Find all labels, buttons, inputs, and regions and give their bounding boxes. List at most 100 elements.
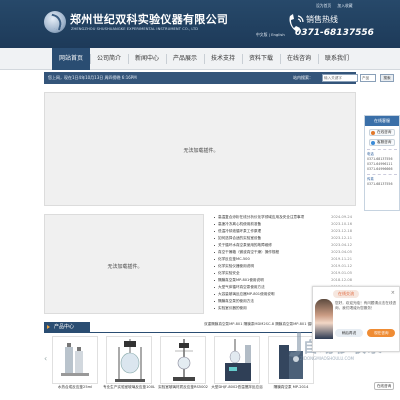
triangle-icon	[47, 325, 50, 329]
customer-consult-button[interactable]: 客服咨询	[369, 139, 395, 146]
news-item[interactable]: 隔膜真空泵MP-801使用说明 2018-12-08	[212, 277, 356, 284]
popup-message: 您好，欢迎光临！有问题请点击在线咨询，我们竭诚为您服务！	[335, 301, 397, 310]
news-date: 2019-01-05	[331, 271, 352, 275]
popup-badge: 在线交流	[333, 290, 359, 298]
product-caption[interactable]: 大型DHJF-8002低温搅拌反应浴	[209, 385, 265, 390]
phone-number: 0371-64996111	[367, 162, 393, 166]
bullet-icon	[214, 217, 215, 218]
product-caption[interactable]: 隔膜真空泵 MP-2014	[263, 385, 319, 390]
news-date: 2018-12-08	[331, 278, 352, 282]
page: 郑州世纪双科实验仪器有限公司 ZHENGZHOU SHUSHUANGKE EXP…	[0, 0, 400, 400]
chat-invite-popup: 在线交流 × 您好，欢迎光临！有问题请点击在线咨询，我们竭诚为您服务！ 稍后再说…	[312, 286, 400, 352]
fax-section-label: 传真	[367, 174, 397, 181]
company-logo[interactable]	[44, 11, 66, 33]
nav-about[interactable]: 公司简介	[90, 48, 128, 70]
news-item[interactable]: 低温冷却液循环泵工作原理 2023-12-18	[212, 228, 356, 235]
phone-section-label: 电话	[367, 149, 397, 156]
product-caption[interactable]: 水热合成反应釜25ml	[47, 385, 103, 390]
watermark-subtext: ZIDONGMIAOSHOULU.COM	[300, 356, 354, 361]
news-date: 2019-11-21	[331, 257, 352, 261]
news-item[interactable]: 如何选择合适的实验室设备 2023-12-11	[212, 235, 356, 242]
bullet-icon	[214, 273, 215, 274]
main-nav: 网站首页 公司简介 新闻中心 产品展示 技术支持 资料下载 在线咨询 联系我们	[0, 48, 400, 70]
bullet-icon	[214, 252, 215, 253]
news-title: 真空干燥箱（微波真空干燥）操作规程	[218, 250, 280, 254]
news-item[interactable]: 真空干燥箱（微波真空干燥）操作规程 2023-04-05	[212, 249, 356, 256]
bullet-icon	[214, 259, 215, 260]
phone-number: 0371-64996666	[367, 167, 393, 171]
top-links: 设为首页 加入收藏	[316, 3, 358, 9]
bullet-icon	[214, 308, 215, 309]
product-thumb[interactable]	[106, 336, 152, 384]
bullet-icon	[214, 294, 215, 295]
agent-avatar	[315, 299, 333, 339]
nav-products[interactable]: 产品展示	[166, 48, 204, 70]
nav-downloads[interactable]: 资料下载	[242, 48, 280, 70]
news-title: 如何选择合适的实验室设备	[218, 236, 262, 240]
product-caption[interactable]: 实验室玻璃材质反应釜RS5002	[155, 385, 211, 390]
news-item[interactable]: 化学实验仪器使用说明 2019-01-12	[212, 263, 356, 270]
nav-contact[interactable]: 联系我们	[318, 48, 356, 70]
glass-reactor-icon	[115, 339, 145, 382]
product-center-title: 产品中心	[54, 324, 75, 330]
nav-news[interactable]: 新闻中心	[128, 48, 166, 70]
search-button[interactable]: 搜索	[380, 74, 394, 82]
news-date: 2023-12-18	[331, 229, 352, 233]
rotary-evaporator-icon	[173, 339, 195, 381]
news-item[interactable]: 高温复合渗析在线分析仪化学领域应用及安全注意事项 2024-09-24	[212, 214, 356, 221]
add-favorite-link[interactable]: 加入收藏	[337, 3, 352, 8]
company-name-cn: 郑州世纪双科实验仪器有限公司	[70, 13, 229, 26]
news-title: 高速冷冻离心机使用前准备	[218, 222, 262, 226]
search-input[interactable]: 输入关键字	[322, 74, 358, 82]
phone-number: 0371-68137556	[367, 157, 393, 161]
product-thumb[interactable]	[214, 336, 260, 384]
close-icon[interactable]: ×	[391, 290, 395, 296]
news-item[interactable]: 关于循环水真空泵使用的故障维修 2023-04-12	[212, 242, 356, 249]
news-date: 2023-10-16	[331, 222, 352, 226]
news-title: 大型气体循环真空泵使用方法	[218, 285, 265, 289]
news-title: 大容量玻璃反应器MP-801使用说明	[218, 292, 275, 296]
news-title: 隔膜真空泵的使用方法	[218, 299, 254, 303]
bullet-icon	[214, 301, 215, 302]
nav-home[interactable]: 网站首页	[52, 48, 90, 70]
bullet-icon	[214, 245, 215, 246]
news-date: 2024-09-24	[331, 215, 352, 219]
plugin-error-text: 无法加载插件。	[107, 264, 143, 270]
product-thumb[interactable]	[160, 336, 206, 384]
service-title: 在线客服	[365, 116, 399, 126]
language-switch[interactable]: 中文版 | English	[256, 32, 285, 38]
online-consult-button[interactable]: 在线咨询	[369, 129, 395, 136]
search-label: 站内搜索：	[293, 75, 313, 80]
welcome-text: 您上网，现在1日4年10月13日 周四傍晚 6:16PM	[48, 75, 137, 80]
bullet-icon	[214, 231, 215, 232]
nav-consult[interactable]: 在线咨询	[280, 48, 318, 70]
main-banner-plugin: 无法加载插件。	[44, 92, 356, 206]
online-consult-floating-button[interactable]: 在线咨询	[374, 382, 394, 390]
cooling-bath-icon	[225, 339, 251, 381]
news-title: 实验室仪器的使用	[218, 306, 247, 310]
news-item[interactable]: 高速冷冻离心机使用前准备 2023-10-16	[212, 221, 356, 228]
secondary-banner-plugin: 无法加载插件。	[44, 214, 204, 314]
news-item[interactable]: 化学实验安全 2019-01-05	[212, 270, 356, 277]
set-homepage-link[interactable]: 设为首页	[316, 3, 331, 8]
news-item[interactable]: 化学反应釜MC-500 2019-11-21	[212, 256, 356, 263]
search-category-select[interactable]: 产品	[360, 74, 376, 82]
nav-support[interactable]: 技术支持	[204, 48, 242, 70]
chat-icon	[371, 141, 375, 145]
logo-swoosh-icon	[48, 13, 64, 31]
hotline-label: 销售热线	[306, 15, 338, 24]
popup-actions: 稍后再说 现在咨询	[335, 329, 398, 337]
consult-now-button[interactable]: 现在咨询	[367, 329, 396, 337]
online-service-widget: 在线客服 在线咨询 客服咨询 电话 0371-68137556 0371-649…	[364, 115, 400, 211]
news-date: 2023-12-11	[331, 236, 352, 240]
bullet-icon	[214, 287, 215, 288]
product-caption[interactable]: 专业生产实验室玻璃反应釜100L	[101, 385, 157, 390]
scrolling-product-marquee[interactable]: 双重隔膜真空泵MP-801 隔膜泵MDM2SC-8 隔膜真空泵MP-801 循环…	[204, 322, 318, 327]
news-date: 2023-04-05	[331, 250, 352, 254]
scroll-left-arrow-icon[interactable]: ‹	[44, 354, 47, 363]
later-button[interactable]: 稍后再说	[335, 329, 363, 337]
news-title: 化学实验安全	[218, 271, 240, 275]
product-thumb[interactable]	[52, 336, 98, 384]
qq-icon	[371, 131, 375, 135]
news-title: 高温复合渗析在线分析仪化学领域应用及安全注意事项	[218, 215, 305, 219]
